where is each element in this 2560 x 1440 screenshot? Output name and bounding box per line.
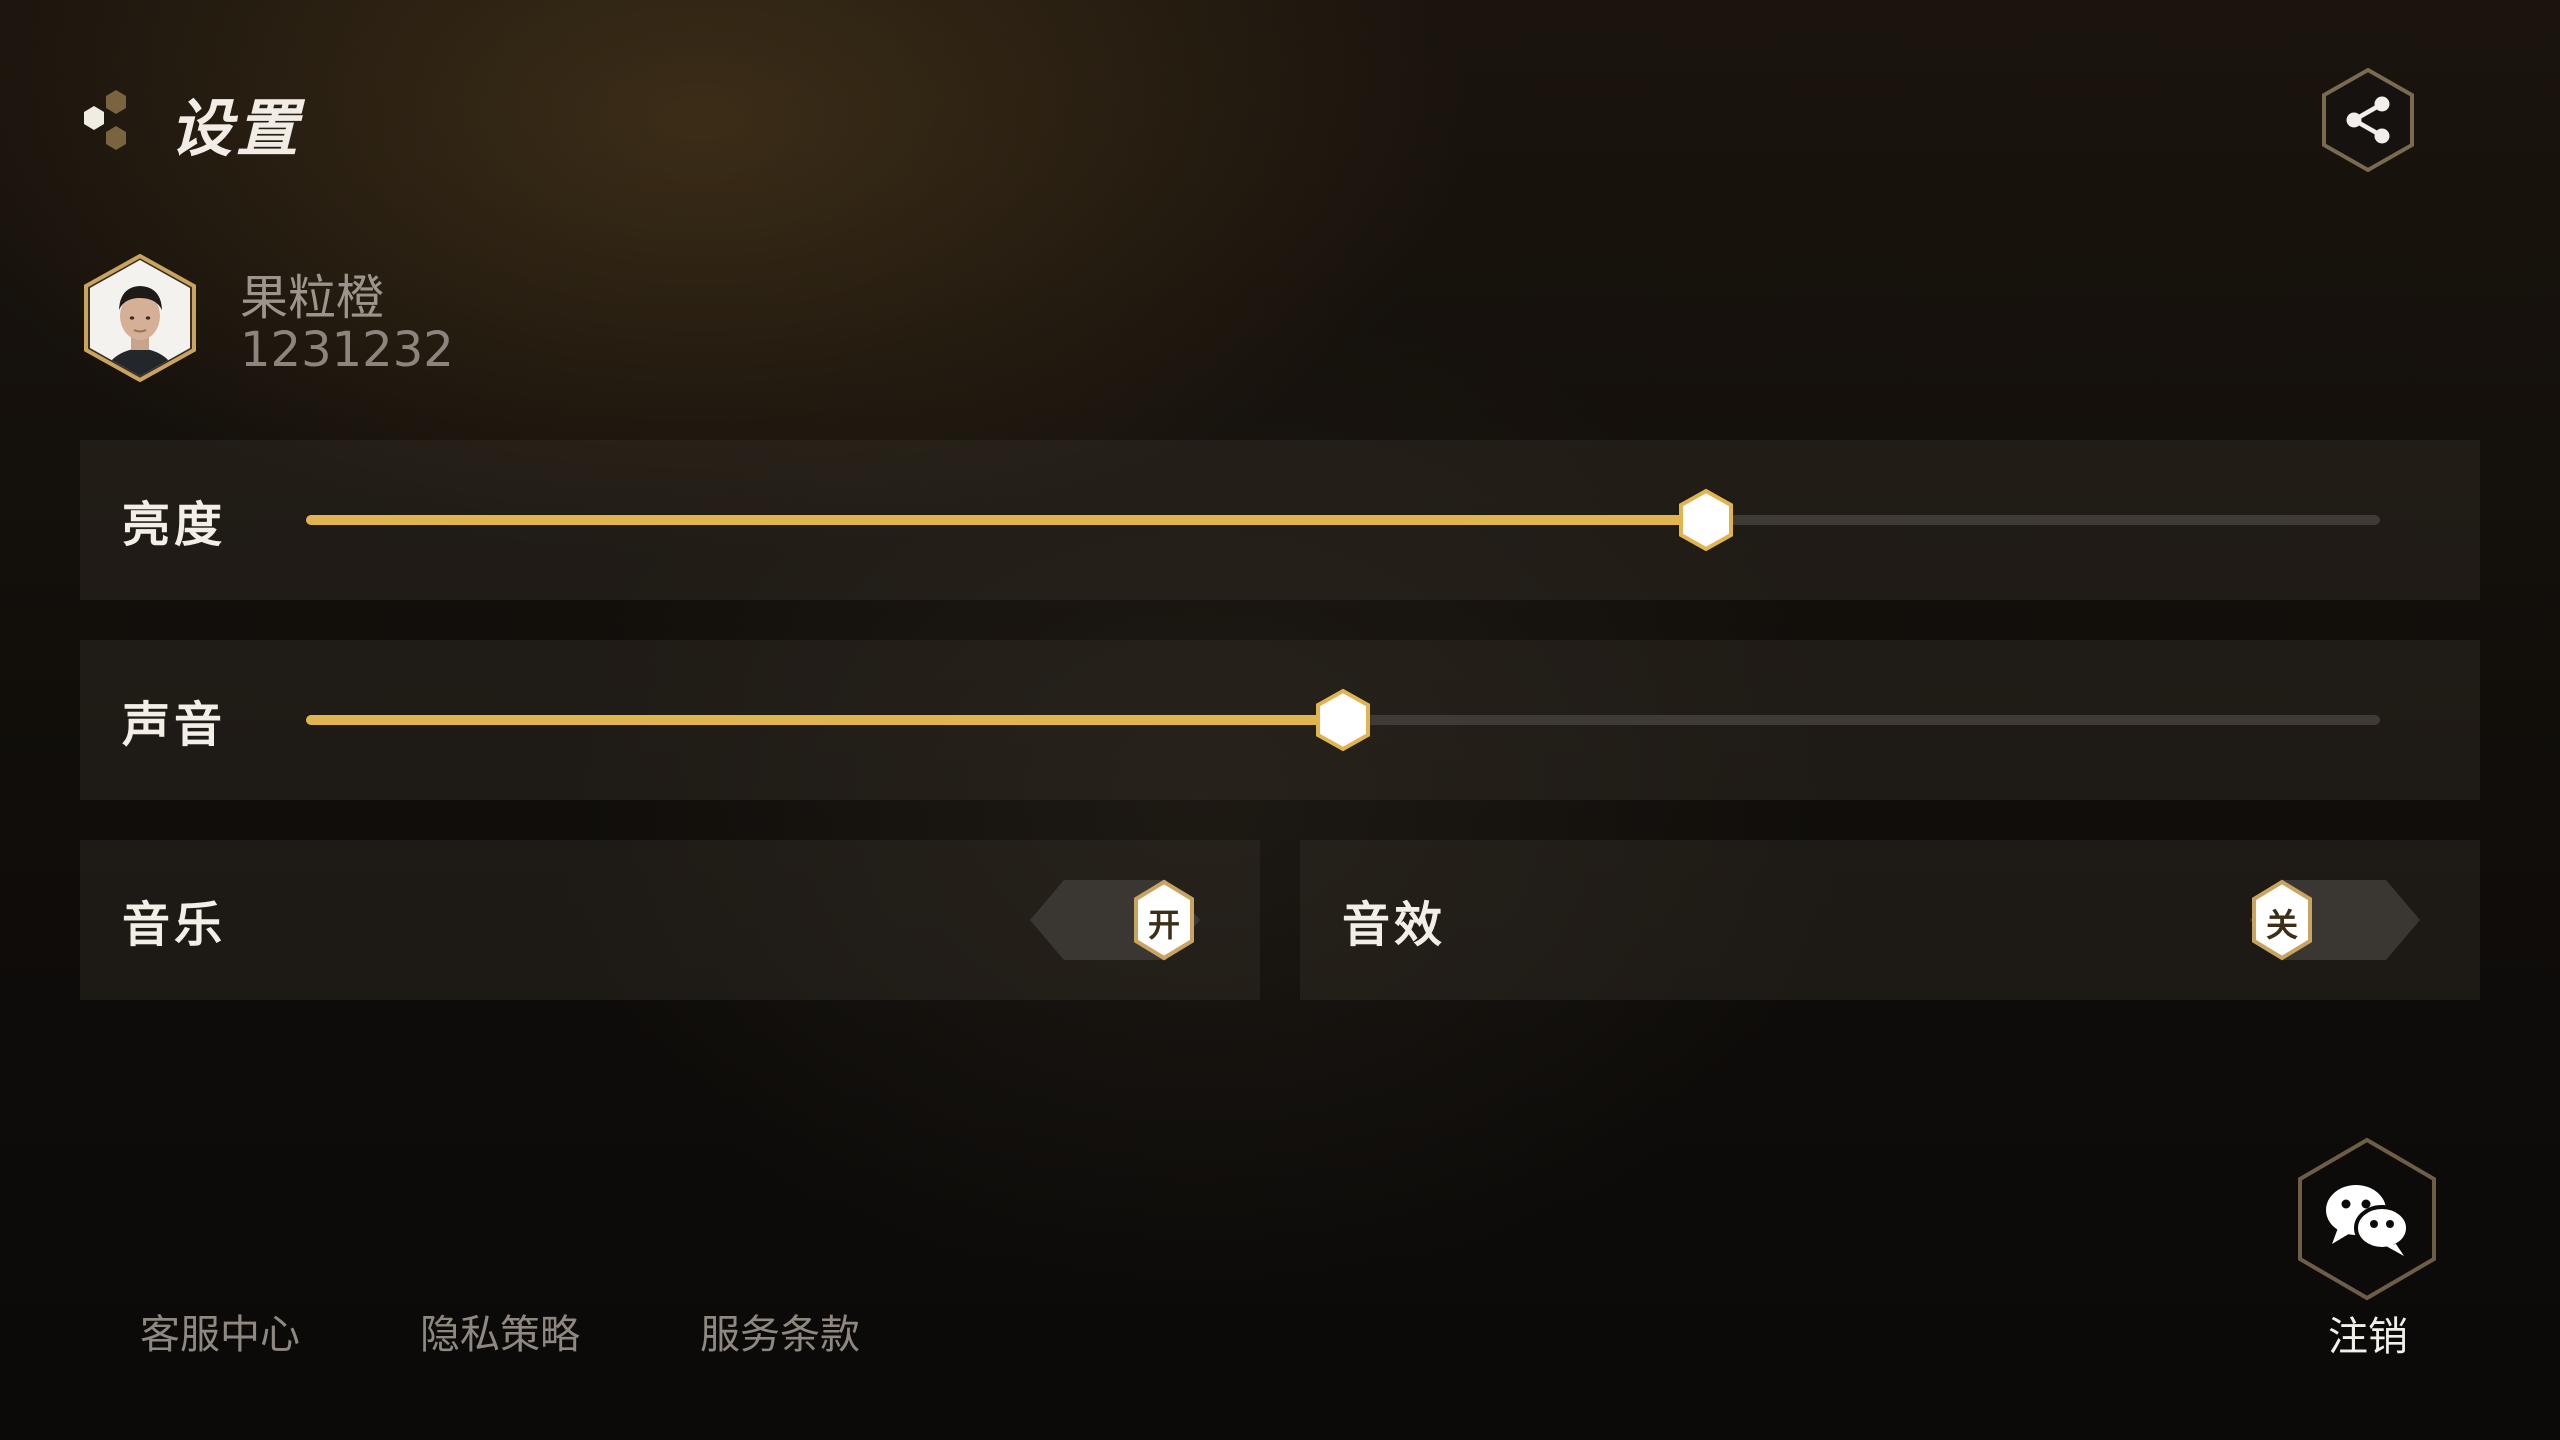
music-toggle-knob[interactable]: 开 bbox=[1132, 878, 1196, 962]
brightness-slider-fill bbox=[306, 515, 1706, 525]
sound-effects-toggle-state: 关 bbox=[2265, 906, 2298, 944]
brightness-slider[interactable] bbox=[306, 488, 2380, 552]
music-toggle-state: 开 bbox=[1147, 906, 1180, 944]
customer-service-link[interactable]: 客服中心 bbox=[140, 1302, 300, 1360]
logout-button[interactable] bbox=[2294, 1136, 2440, 1302]
wechat-icon bbox=[2298, 1137, 2436, 1301]
hexagon-cluster-logo-icon bbox=[84, 90, 126, 150]
terms-of-service-link[interactable]: 服务条款 bbox=[700, 1302, 860, 1360]
brightness-label: 亮度 bbox=[122, 497, 227, 553]
privacy-policy-link[interactable]: 隐私策略 bbox=[420, 1302, 580, 1360]
brightness-panel: 亮度 bbox=[80, 440, 2480, 600]
share-icon bbox=[2322, 67, 2414, 173]
profile-name: 果粒橙 bbox=[240, 270, 385, 326]
volume-slider[interactable] bbox=[306, 688, 2380, 752]
volume-slider-thumb[interactable] bbox=[1314, 688, 1372, 752]
logout-label: 注销 bbox=[2328, 1314, 2408, 1360]
sound-effects-label: 音效 bbox=[1342, 897, 1447, 953]
sound-effects-panel: 音效 关 bbox=[1300, 840, 2480, 1000]
page-title: 设置 bbox=[170, 92, 303, 165]
avatar[interactable] bbox=[82, 254, 198, 382]
music-panel: 音乐 开 bbox=[80, 840, 1260, 1000]
volume-label: 声音 bbox=[122, 697, 227, 753]
settings-screen: 设置 果粒橙 1231232 亮度 声音 音乐 开 音效 关 客服中心 隐私策略… bbox=[0, 0, 2560, 1440]
sound-effects-toggle-knob[interactable]: 关 bbox=[2250, 878, 2314, 962]
volume-panel: 声音 bbox=[80, 640, 2480, 800]
profile-id: 1231232 bbox=[240, 322, 454, 378]
music-label: 音乐 bbox=[122, 897, 227, 953]
volume-slider-fill bbox=[306, 715, 1343, 725]
share-button[interactable] bbox=[2318, 66, 2418, 174]
brightness-slider-thumb[interactable] bbox=[1677, 488, 1735, 552]
